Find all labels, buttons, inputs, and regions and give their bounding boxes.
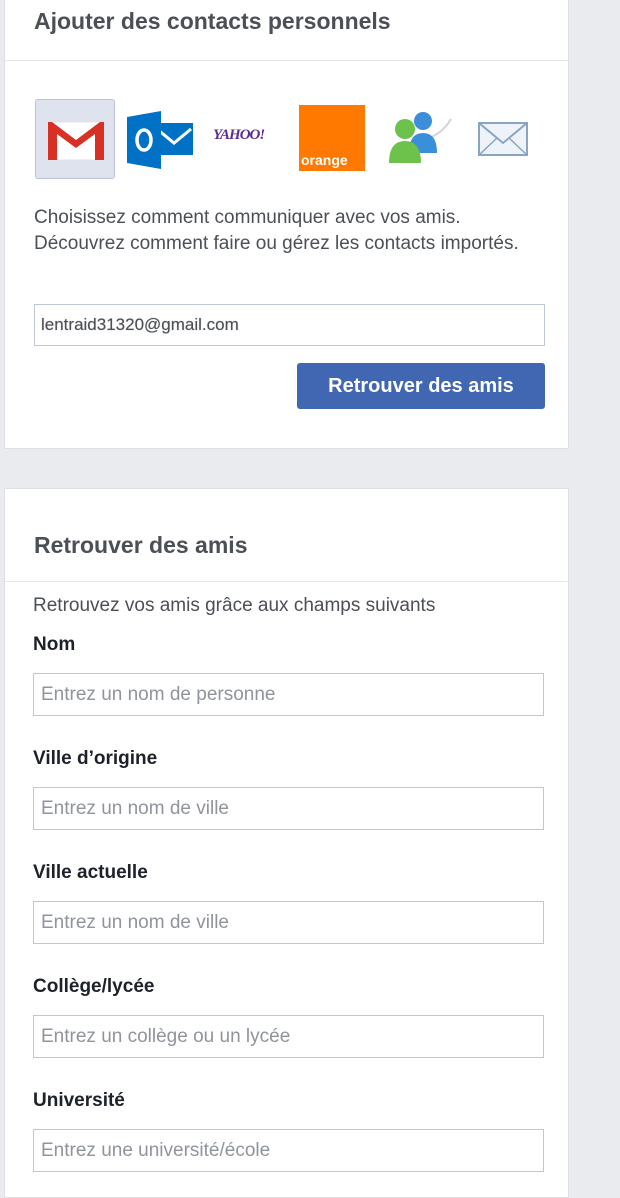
hometown-input[interactable] bbox=[33, 787, 544, 830]
find-friends-subtitle: Retrouvez vos amis grâce aux champs suiv… bbox=[33, 595, 436, 616]
description-text: Choisissez comment communiquer avec vos … bbox=[34, 207, 461, 228]
hometown-label: Ville d’origine bbox=[33, 748, 158, 769]
find-friends-button[interactable]: Retrouver des amis bbox=[297, 363, 545, 409]
gmail-icon bbox=[47, 121, 105, 161]
current-city-label: Ville actuelle bbox=[33, 862, 148, 883]
description-text-middle: ou bbox=[250, 233, 283, 254]
provider-list: YAHOO! orange bbox=[35, 99, 545, 181]
provider-email[interactable] bbox=[471, 99, 535, 179]
outlook-icon bbox=[127, 111, 193, 169]
provider-orange[interactable]: orange bbox=[297, 99, 367, 179]
manage-imported-contacts-link[interactable]: gérez les contacts importés bbox=[282, 233, 513, 254]
import-description: Choisissez comment communiquer avec vos … bbox=[34, 205, 534, 257]
provider-gmail[interactable] bbox=[35, 99, 115, 179]
description-text-end: . bbox=[513, 233, 519, 254]
add-contacts-header: Ajouter des contacts personnels bbox=[5, 0, 568, 61]
provider-yahoo[interactable]: YAHOO! bbox=[211, 99, 285, 179]
find-friends-header: Retrouver des amis bbox=[5, 489, 568, 582]
add-contacts-card: Ajouter des contacts personnels YAHOO! o… bbox=[4, 0, 569, 449]
high-school-label: Collège/lycée bbox=[33, 976, 155, 997]
high-school-input[interactable] bbox=[33, 1015, 544, 1058]
orange-label: orange bbox=[301, 152, 348, 168]
add-contacts-title: Ajouter des contacts personnels bbox=[34, 8, 391, 34]
university-label: Université bbox=[33, 1090, 125, 1111]
provider-messenger[interactable] bbox=[381, 99, 457, 179]
orange-icon: orange bbox=[299, 105, 365, 171]
learn-how-link[interactable]: Découvrez comment faire bbox=[34, 233, 250, 254]
envelope-icon bbox=[478, 122, 528, 156]
name-label: Nom bbox=[33, 634, 76, 655]
name-input[interactable] bbox=[33, 673, 544, 716]
messenger-icon bbox=[389, 112, 452, 163]
provider-outlook[interactable] bbox=[125, 99, 197, 179]
find-friends-title: Retrouver des amis bbox=[34, 532, 248, 558]
yahoo-icon: YAHOO! bbox=[213, 127, 265, 143]
current-city-input[interactable] bbox=[33, 901, 544, 944]
email-field[interactable] bbox=[34, 304, 545, 346]
university-input[interactable] bbox=[33, 1129, 544, 1172]
